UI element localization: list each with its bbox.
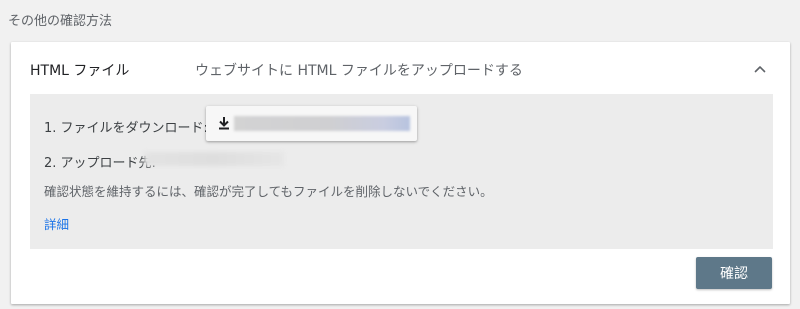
method-header[interactable]: HTML ファイル ウェブサイトに HTML ファイルをアップロードする xyxy=(11,42,790,94)
retention-note: 確認状態を維持するには、確認が完了してもファイルを削除しないでください。 xyxy=(44,184,493,199)
step2-label: 2. アップロード先: xyxy=(44,156,156,171)
download-file-button[interactable] xyxy=(206,106,417,141)
step1-label: 1. ファイルをダウンロード: xyxy=(44,121,208,136)
download-icon xyxy=(219,117,229,130)
collapse-toggle-button[interactable] xyxy=(747,56,773,82)
method-title: HTML ファイル xyxy=(30,63,130,79)
filename-redacted xyxy=(234,116,410,131)
chevron-up-icon xyxy=(754,66,766,73)
verify-button[interactable]: 確認 xyxy=(696,257,772,289)
verification-method-card: HTML ファイル ウェブサイトに HTML ファイルをアップロードする 1. … xyxy=(11,42,790,304)
details-link[interactable]: 詳細 xyxy=(44,214,69,233)
upload-path-redacted xyxy=(144,152,284,166)
section-heading: その他の確認方法 xyxy=(8,14,113,29)
method-description: ウェブサイトに HTML ファイルをアップロードする xyxy=(195,63,523,79)
instructions-panel: 1. ファイルをダウンロード: 2. アップロード先: 確認状態を維持するには、… xyxy=(30,94,773,249)
